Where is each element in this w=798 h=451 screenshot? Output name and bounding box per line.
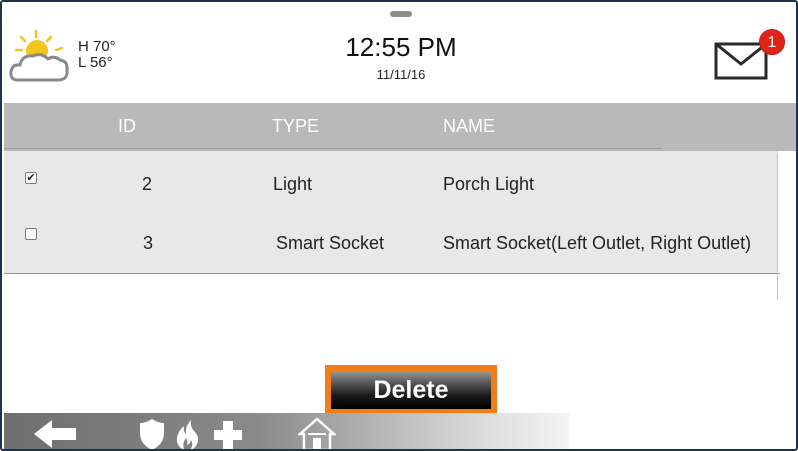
weather-temps: H 70° L 56° [78,39,116,71]
low-temp: L 56° [78,54,113,71]
bottom-nav-bar [4,413,569,449]
app-frame: H 70° L 56° 12:55 PM 11/11/16 1 ID TYPE … [0,0,798,451]
column-header-type: TYPE [272,116,320,136]
row-name: Smart Socket(Left Outlet, Right Outlet) [443,233,752,253]
pull-down-handle[interactable] [390,11,412,17]
delete-button-label: Delete [331,371,491,409]
table-scrollbar[interactable] [777,153,778,300]
row-checkbox[interactable] [25,228,37,240]
row-id: 2 [142,174,153,194]
row-id: 3 [143,233,154,253]
home-icon[interactable] [298,417,336,451]
shield-icon[interactable] [138,417,166,451]
table-bottom-border [4,273,780,274]
medical-cross-icon[interactable] [212,417,244,451]
clock-time: 12:55 PM [345,32,457,62]
column-header-id: ID [118,116,136,136]
partly-cloudy-icon [9,29,69,82]
row-name: Porch Light [443,174,535,194]
back-arrow-icon[interactable] [32,417,78,451]
clock-date: 11/11/16 [376,67,426,82]
column-header-name: NAME [443,116,496,136]
high-temp: H 70° [78,38,116,55]
row-checkbox[interactable]: ✔ [25,172,37,184]
row-type: Light [273,174,313,194]
delete-button[interactable]: Delete [325,365,497,415]
table-body: ✔ 2 Light Porch Light 3 Smart Socket Sma… [4,151,778,273]
table-header: ID TYPE NAME [4,103,796,151]
notification-badge[interactable]: 1 [759,29,785,55]
row-type: Smart Socket [276,233,385,253]
header-divider [4,148,662,149]
fire-icon[interactable] [175,417,201,451]
